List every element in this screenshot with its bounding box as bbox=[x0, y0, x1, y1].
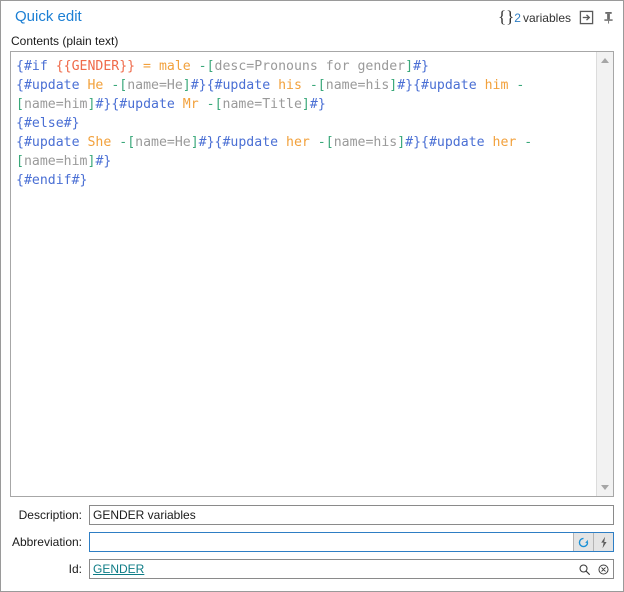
code-token: name=He bbox=[127, 78, 183, 93]
code-token: -[ bbox=[309, 78, 326, 93]
code-token: She bbox=[87, 135, 112, 150]
description-row: Description: bbox=[10, 505, 614, 525]
code-token: ] bbox=[190, 135, 199, 150]
window-header: Quick edit { } 2 variables bbox=[1, 1, 623, 33]
description-input[interactable] bbox=[90, 506, 613, 524]
chevron-down-icon[interactable] bbox=[597, 479, 613, 496]
code-token: #}{#update bbox=[198, 135, 287, 150]
code-token: him bbox=[484, 78, 509, 93]
code-token: #} bbox=[309, 97, 326, 112]
variables-label: variables bbox=[522, 10, 571, 25]
lightning-bolt-icon[interactable] bbox=[593, 533, 613, 551]
id-field[interactable]: GENDER bbox=[89, 559, 614, 579]
properties-form: Description: Abbreviation: bbox=[10, 505, 614, 579]
scrollbar-thumb[interactable] bbox=[598, 69, 612, 449]
abbreviation-field[interactable] bbox=[89, 532, 614, 552]
brace-close-glyph: } bbox=[506, 6, 514, 26]
refresh-icon[interactable] bbox=[573, 533, 593, 551]
code-token: Mr bbox=[182, 97, 199, 112]
description-label: Description: bbox=[18, 508, 82, 522]
code-token: name=his bbox=[325, 78, 390, 93]
id-label: Id: bbox=[68, 562, 82, 576]
search-icon[interactable] bbox=[575, 560, 594, 578]
code-token: ] bbox=[301, 97, 310, 112]
code-token: {#update bbox=[16, 78, 88, 93]
abbreviation-label: Abbreviation: bbox=[11, 535, 82, 549]
code-token: -[ bbox=[111, 78, 128, 93]
editor-vertical-scrollbar[interactable] bbox=[596, 52, 613, 496]
code-token: #}{#update bbox=[405, 135, 493, 150]
abbreviation-row: Abbreviation: bbox=[10, 532, 614, 552]
code-token: He bbox=[87, 78, 104, 93]
code-token: name=his bbox=[333, 135, 398, 150]
code-token: #}{#update bbox=[397, 78, 485, 93]
code-token: -[ bbox=[119, 135, 136, 150]
code-token: #} bbox=[413, 59, 429, 74]
code-token: -[ bbox=[317, 135, 334, 150]
code-token: {#update bbox=[16, 135, 88, 150]
code-token: name=He bbox=[135, 135, 191, 150]
page-title: Quick edit bbox=[15, 8, 82, 25]
contents-editor: {#if {{GENDER}} = male -[desc=Pronouns f… bbox=[10, 51, 614, 497]
header-actions: { } 2 variables bbox=[498, 8, 615, 26]
contents-code: {#if {{GENDER}} = male -[desc=Pronouns f… bbox=[16, 57, 592, 190]
code-token: -[ bbox=[206, 97, 223, 112]
variables-indicator[interactable]: { } 2 variables bbox=[497, 6, 571, 26]
id-value-text[interactable]: GENDER bbox=[93, 562, 144, 576]
code-token: name=him bbox=[23, 154, 88, 169]
clear-circle-icon[interactable] bbox=[594, 560, 613, 578]
code-token: {#endif#} bbox=[16, 173, 88, 188]
chevron-up-icon[interactable] bbox=[597, 52, 613, 69]
pin-icon[interactable] bbox=[601, 8, 615, 26]
code-token: his bbox=[278, 78, 302, 93]
expand-window-icon[interactable] bbox=[577, 8, 595, 26]
code-token: ] bbox=[182, 78, 191, 93]
code-token: her bbox=[492, 135, 517, 150]
code-token: desc=Pronouns for gender bbox=[214, 59, 406, 74]
code-token: {#if bbox=[16, 59, 56, 74]
description-field[interactable] bbox=[89, 505, 614, 525]
abbreviation-input[interactable] bbox=[90, 533, 573, 551]
contents-text-area[interactable]: {#if {{GENDER}} = male -[desc=Pronouns f… bbox=[11, 52, 596, 496]
code-token: {#else#} bbox=[16, 116, 80, 131]
brace-open-glyph: { bbox=[497, 6, 506, 26]
code-token: #}{#update bbox=[190, 78, 279, 93]
contents-label: Contents (plain text) bbox=[11, 34, 119, 48]
variables-count: 2 bbox=[514, 10, 521, 25]
code-token: {{GENDER}} bbox=[55, 59, 136, 74]
code-token: #}{#update bbox=[95, 97, 183, 112]
code-token: -[ bbox=[198, 59, 215, 74]
code-token: name=him bbox=[23, 97, 88, 112]
quick-edit-window: Quick edit { } 2 variables Contents (pla… bbox=[0, 0, 624, 592]
id-row: Id: GENDER bbox=[10, 559, 614, 579]
code-token: = bbox=[135, 59, 159, 74]
id-value-link[interactable]: GENDER bbox=[90, 560, 575, 578]
code-token: male bbox=[158, 59, 191, 74]
code-token: ] bbox=[405, 59, 414, 74]
code-token: name=Title bbox=[222, 97, 302, 112]
code-token: #} bbox=[95, 154, 112, 169]
code-token: her bbox=[286, 135, 310, 150]
code-token: ] bbox=[397, 135, 406, 150]
